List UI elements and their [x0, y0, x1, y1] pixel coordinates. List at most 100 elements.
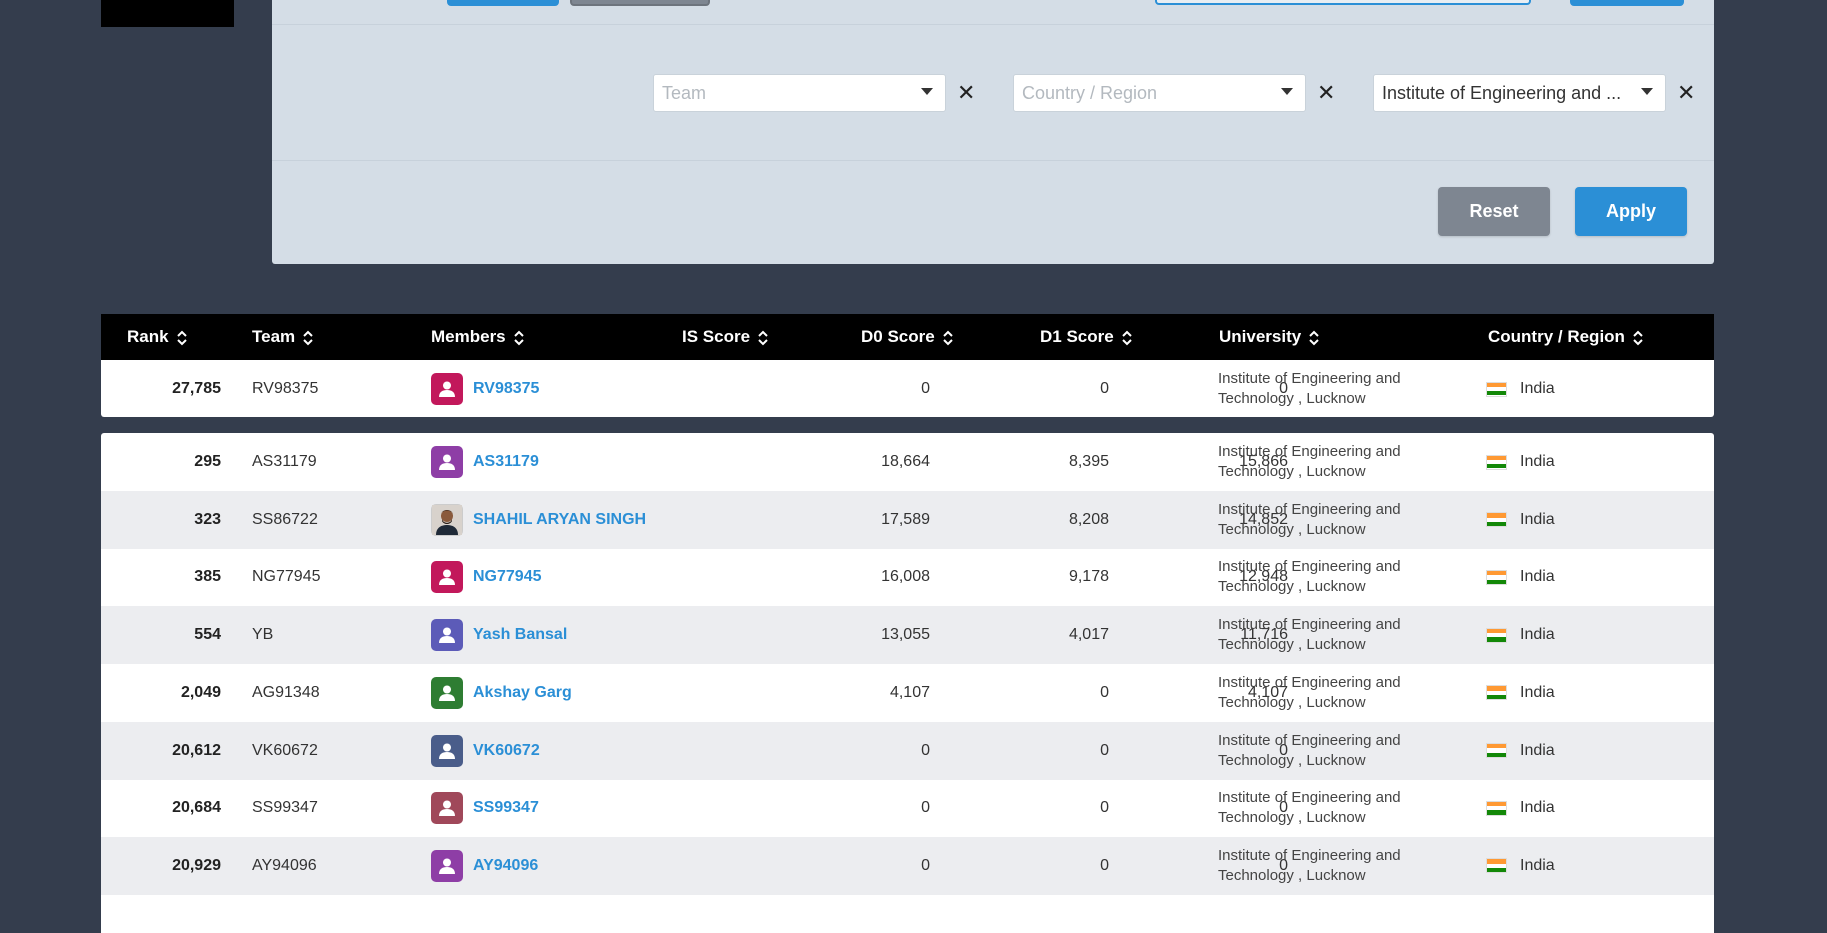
sort-icon[interactable]	[1309, 330, 1319, 346]
user-icon	[439, 454, 455, 470]
table-row: 27,785 RV98375 RV98375 0 0 0 Institute of Engi…	[101, 360, 1714, 418]
university-cell: Institute of Engineering and Technology ,…	[1218, 722, 1438, 780]
avatar[interactable]	[431, 503, 463, 536]
university-cell: Institute of Engineering and Technology ,…	[1218, 664, 1438, 722]
country-name: India	[1520, 453, 1555, 470]
university-line: Technology , Lucknow	[1218, 520, 1366, 538]
india-flag-icon	[1486, 512, 1507, 528]
india-flag-icon	[1486, 569, 1507, 585]
clear-button-edge[interactable]	[570, 0, 710, 6]
column-header[interactable]: Country / Region	[1488, 314, 1643, 360]
country-cell: India	[1486, 722, 1686, 780]
chevron-down-icon[interactable]	[1641, 88, 1653, 95]
avatar[interactable]	[431, 373, 463, 405]
avatar[interactable]	[431, 676, 463, 709]
country-cell: India	[1486, 360, 1686, 418]
member-link[interactable]: SHAHIL ARYAN SINGH	[473, 511, 646, 529]
d0-score-cell: 8,208	[1068, 510, 1109, 528]
country-name: India	[1520, 741, 1555, 759]
is-score-cell: 0	[921, 380, 930, 397]
member-cell: AY94096	[431, 837, 681, 895]
university-line: Institute of Engineering and	[1218, 443, 1401, 460]
column-header[interactable]: IS Score	[682, 314, 768, 360]
close-icon[interactable]: ✕	[1677, 80, 1695, 106]
column-header-label: D1 Score	[1040, 327, 1114, 346]
university-line: Institute of Engineering and	[1218, 500, 1401, 518]
column-header-label: Members	[431, 327, 506, 346]
apply-button[interactable]: Apply	[1575, 187, 1687, 236]
d0-score-cell: 4,017	[1068, 626, 1109, 644]
column-header[interactable]: University	[1219, 314, 1319, 360]
sort-icon[interactable]	[303, 330, 313, 346]
avatar[interactable]	[431, 446, 463, 478]
university-line: Technology , Lucknow	[1218, 751, 1366, 769]
university-line: Technology , Lucknow	[1218, 390, 1366, 407]
sort-icon[interactable]	[1633, 330, 1643, 346]
university-line: Technology , Lucknow	[1218, 693, 1366, 711]
member-link[interactable]: Akshay Garg	[473, 684, 572, 702]
column-header-label: University	[1219, 327, 1302, 346]
column-header[interactable]: Team	[252, 314, 313, 360]
member-link[interactable]: AS31179	[473, 453, 539, 471]
member-link[interactable]: VK60672	[473, 742, 540, 760]
country-cell: India	[1486, 606, 1686, 664]
rank-cell: 323	[194, 510, 221, 528]
avatar[interactable]	[431, 792, 463, 825]
university-line: Institute of Engineering and	[1218, 731, 1401, 749]
search-input-edge[interactable]	[1155, 0, 1531, 5]
university-line: Institute of Engineering and	[1218, 558, 1401, 576]
filter-button-edge[interactable]	[1570, 0, 1684, 6]
university-line: Technology , Lucknow	[1218, 636, 1366, 654]
avatar[interactable]	[431, 849, 463, 882]
avatar[interactable]	[431, 619, 463, 652]
university-line: Institute of Engineering and	[1218, 370, 1401, 387]
column-header[interactable]: D0 Score	[861, 314, 953, 360]
member-cell: Akshay Garg	[431, 664, 681, 722]
divider	[272, 160, 1714, 161]
member-cell: SHAHIL ARYAN SINGH	[431, 491, 681, 549]
sort-icon[interactable]	[758, 330, 768, 346]
close-icon[interactable]: ✕	[1317, 80, 1335, 106]
column-header-label: Rank	[127, 327, 169, 346]
is-score-cell: 17,589	[881, 510, 930, 528]
column-header[interactable]: Rank	[127, 314, 187, 360]
avatar[interactable]	[431, 561, 463, 594]
country-select[interactable]: Country / Region	[1013, 74, 1306, 112]
country-name: India	[1520, 380, 1555, 397]
column-header-label: IS Score	[682, 327, 751, 346]
column-header[interactable]: D1 Score	[1040, 314, 1132, 360]
team-cell: VK60672	[252, 741, 318, 759]
india-flag-icon	[1486, 800, 1507, 816]
india-flag-icon	[1486, 858, 1507, 874]
user-icon	[439, 743, 455, 759]
member-cell: SS99347	[431, 779, 681, 837]
university-select[interactable]: Institute of Engineering and ...	[1373, 74, 1666, 112]
member-link[interactable]: SS99347	[473, 799, 539, 817]
d0-score-cell: 0	[1100, 856, 1109, 874]
university-line: Institute of Engineering and	[1218, 846, 1401, 864]
column-header[interactable]: Members	[431, 314, 524, 360]
india-flag-icon	[1486, 743, 1507, 758]
university-cell: Institute of Engineering and Technology ,…	[1218, 548, 1438, 606]
chevron-down-icon[interactable]	[921, 88, 933, 95]
university-line: Technology , Lucknow	[1218, 578, 1366, 596]
close-icon[interactable]: ✕	[957, 80, 975, 106]
rank-cell: 27,785	[172, 380, 221, 397]
sort-icon[interactable]	[513, 330, 524, 346]
reset-button[interactable]: Reset	[1438, 187, 1550, 236]
search-button-edge[interactable]	[447, 0, 559, 6]
member-link[interactable]: NG77945	[473, 568, 542, 586]
team-select[interactable]: Team	[653, 74, 946, 112]
avatar[interactable]	[431, 734, 463, 767]
sort-icon[interactable]	[1121, 330, 1132, 346]
sort-icon[interactable]	[942, 330, 953, 346]
member-link[interactable]: AY94096	[473, 857, 538, 875]
sort-icon[interactable]	[176, 330, 187, 346]
member-link[interactable]: RV98375	[473, 380, 539, 398]
member-link[interactable]: Yash Bansal	[473, 626, 567, 644]
university-cell: Institute of Engineering and Technology ,…	[1218, 837, 1438, 895]
country-name: India	[1520, 683, 1555, 701]
user-icon	[439, 685, 455, 701]
chevron-down-icon[interactable]	[1281, 88, 1293, 95]
team-cell: AY94096	[252, 856, 317, 874]
